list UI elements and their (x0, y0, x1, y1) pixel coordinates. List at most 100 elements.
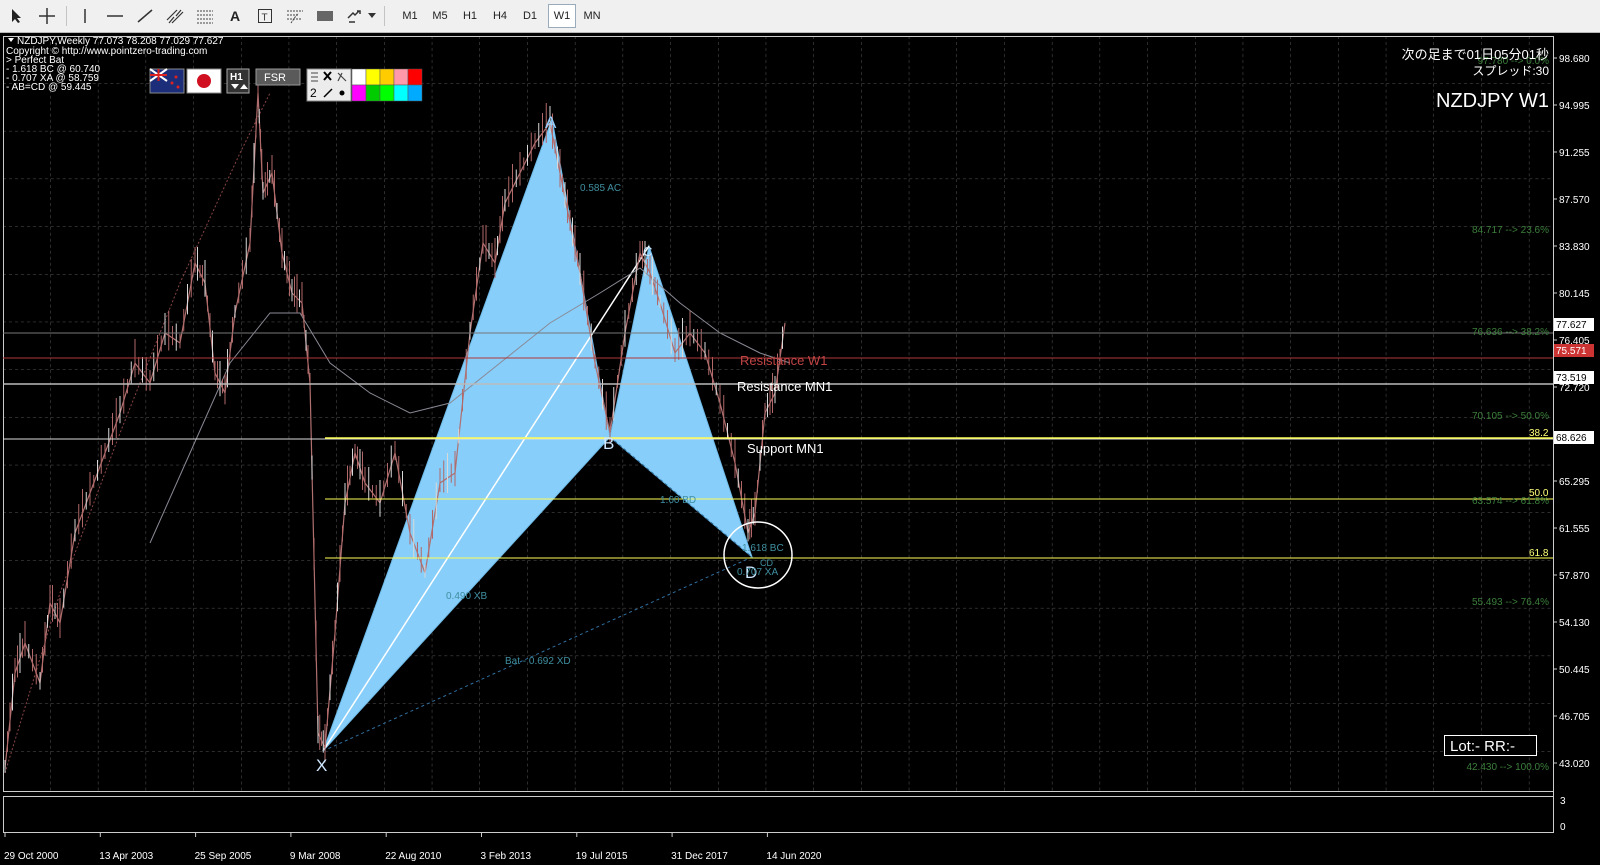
price-axis-label: 87.570 (1559, 195, 1590, 206)
point-b-label: B (603, 434, 614, 453)
svg-text:T: T (262, 13, 268, 24)
time-axis-label: 25 Sep 2005 (195, 851, 252, 862)
time-axis-label: 14 Jun 2020 (766, 851, 821, 862)
color-palette[interactable] (351, 68, 423, 102)
fibo-fan-icon[interactable] (282, 4, 308, 28)
svg-text:H1: H1 (230, 72, 243, 83)
spread-label: スプレッド:30 (1472, 64, 1549, 78)
nz-flag-icon[interactable] (149, 68, 185, 94)
tf-button-h4[interactable]: H4 (486, 4, 514, 28)
fib-label-618: 63.574 --> 61.8% (1472, 496, 1549, 507)
arrows-icon[interactable] (342, 4, 368, 28)
palette-swatch[interactable] (379, 84, 395, 102)
fib-label-236: 84.717 --> 23.6% (1472, 225, 1549, 236)
tf-button-h1[interactable]: H1 (456, 4, 484, 28)
tf-button-mn[interactable]: MN (578, 4, 606, 28)
resistance-w1-label: Resistance W1 (740, 353, 827, 368)
price-axis-label: 46.705 (1559, 712, 1590, 723)
price-axis-label: 54.130 (1559, 618, 1590, 629)
price-tag: 68.626 (1554, 431, 1594, 444)
indicator-subwindow[interactable] (3, 796, 1554, 833)
price-axis-label: 50.445 (1559, 665, 1590, 676)
pattern-line-3: - AB=CD @ 59.445 (6, 82, 92, 93)
point-x-label: X (316, 756, 327, 775)
dot-icon[interactable] (339, 90, 345, 96)
vertical-line-icon[interactable] (72, 4, 98, 28)
tf-button-m5[interactable]: M5 (426, 4, 454, 28)
ratio-xb-label: 0.490 XB (446, 591, 487, 602)
equidistant-channel-icon[interactable] (162, 4, 188, 28)
dropdown-icon[interactable] (366, 4, 378, 28)
symbol-timeframe-label: NZDJPY W1 (1436, 90, 1549, 112)
text-icon[interactable]: A (222, 4, 248, 28)
time-axis-label: 29 Oct 2000 (4, 851, 59, 862)
price-tag-label: 77.627 (1556, 320, 1587, 331)
jp-flag-icon[interactable] (186, 68, 222, 94)
price-tag: 75.571 (1554, 344, 1594, 357)
ratio-xa-label: 0.707 XA (737, 567, 778, 578)
resistance-mn1-label: Resistance MN1 (737, 379, 832, 394)
price-tag-label: 75.571 (1556, 346, 1587, 357)
tf-button-d1[interactable]: D1 (516, 4, 544, 28)
time-axis[interactable]: 29 Oct 2000 13 Apr 2003 25 Sep 2005 9 Mar 2… (4, 833, 822, 862)
ratio-xd-label: Bat - 0.692 XD (505, 656, 571, 667)
tf-button-m1[interactable]: M1 (396, 4, 424, 28)
svg-text:FSR: FSR (264, 72, 286, 84)
fib-label-100: 42.430 --> 100.0% (1466, 762, 1549, 773)
cursor-icon[interactable] (4, 4, 30, 28)
draw-tools-panel[interactable]: 2 (306, 68, 352, 102)
fibonacci-icon[interactable] (192, 4, 218, 28)
tf-button-w1[interactable]: W1 (548, 4, 576, 28)
support-mn1-label: Support MN1 (747, 441, 824, 456)
fsr-button[interactable]: FSR (255, 68, 301, 86)
price-axis[interactable]: 98.68094.99591.25587.57083.83080.14576.4… (1553, 54, 1590, 770)
time-axis-label: 3 Feb 2013 (481, 851, 532, 862)
price-axis-label: 80.145 (1559, 289, 1590, 300)
time-axis-label: 9 Mar 2008 (290, 851, 341, 862)
palette-swatch[interactable] (365, 68, 381, 86)
tf-badge[interactable]: H1 (226, 68, 250, 94)
fib-382-label: 38.2 (1529, 428, 1549, 439)
price-axis-label: 61.555 (1559, 524, 1590, 535)
countdown-label: 次の足まで01日05分01秒 (1402, 47, 1549, 62)
ratio-ac-label: 0.585 AC (580, 183, 621, 194)
palette-swatch[interactable] (351, 68, 367, 86)
ratio-bd-label: 1.60 BD (660, 495, 696, 506)
price-axis-label: 83.830 (1559, 242, 1590, 253)
sub-axis-label-top: 3 (1560, 796, 1566, 807)
crosshair-icon[interactable] (34, 4, 60, 28)
palette-swatch[interactable] (393, 84, 409, 102)
price-axis-label: 57.870 (1559, 571, 1590, 582)
fib-label-382: 76.636 --> 38.2% (1472, 327, 1549, 338)
main-plot[interactable] (3, 36, 1554, 792)
price-axis-label: 65.295 (1559, 477, 1590, 488)
chart-window[interactable]: X A B C D 0.585 AC 0.490 XB Bat - 0.692 … (0, 33, 1600, 865)
palette-swatch[interactable] (365, 84, 381, 102)
price-tag: 77.627 (1554, 318, 1594, 331)
time-axis-label: 22 Aug 2010 (385, 851, 442, 862)
price-axis-label: 91.255 (1559, 148, 1590, 159)
rectangle-icon[interactable] (312, 4, 338, 28)
fib-label-764: 55.493 --> 76.4% (1472, 597, 1549, 608)
lot-rr-label: Lot:- RR:- (1450, 738, 1515, 755)
ratio-bc-label: 1.618 BC (742, 543, 784, 554)
point-a-label: A (545, 113, 557, 132)
price-tag-label: 73.519 (1556, 373, 1587, 384)
text-label-icon[interactable]: T (252, 4, 278, 28)
price-tag: 73.519 (1554, 371, 1594, 384)
line-width-label: 2 (310, 86, 317, 100)
palette-swatch[interactable] (351, 84, 367, 102)
palette-swatch[interactable] (407, 84, 423, 102)
trendline-icon[interactable] (132, 4, 158, 28)
palette-swatch[interactable] (407, 68, 423, 86)
price-axis-label: 43.020 (1559, 759, 1590, 770)
palette-swatch[interactable] (379, 68, 395, 86)
time-axis-label: 13 Apr 2003 (99, 851, 153, 862)
sub-axis-label-bottom: 0 (1560, 822, 1566, 833)
price-tag-label: 68.626 (1556, 433, 1587, 444)
fib-label-500: 70.105 --> 50.0% (1472, 411, 1549, 422)
palette-swatch[interactable] (393, 68, 409, 86)
horizontal-line-icon[interactable] (102, 4, 128, 28)
time-axis-label: 31 Dec 2017 (671, 851, 728, 862)
price-axis-label: 94.995 (1559, 101, 1590, 112)
